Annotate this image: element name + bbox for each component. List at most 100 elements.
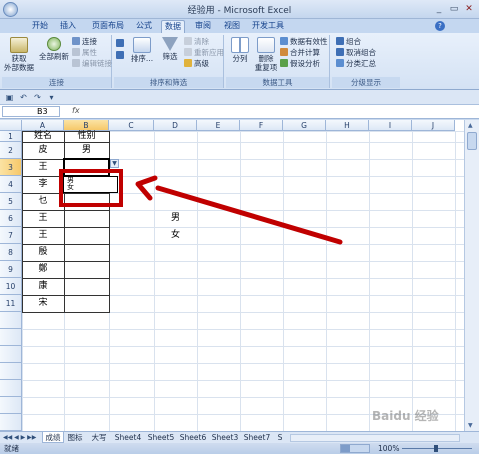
cell-a9[interactable]: 鄭 bbox=[22, 261, 64, 278]
row-header-7[interactable]: 7 bbox=[0, 227, 22, 244]
row-header[interactable] bbox=[0, 414, 22, 431]
sheet-tab-1[interactable]: 图标 bbox=[64, 432, 86, 443]
row-header[interactable] bbox=[0, 363, 22, 380]
minimize-button[interactable]: _ bbox=[432, 3, 446, 15]
column-header-f[interactable]: F bbox=[240, 120, 283, 131]
sort-za-button[interactable] bbox=[116, 51, 126, 61]
remove-duplicates-button[interactable]: 删除 重复项 bbox=[254, 37, 278, 72]
horizontal-scrollbar[interactable] bbox=[290, 434, 460, 442]
tab-view[interactable]: 视图 bbox=[222, 20, 242, 33]
row-header-3[interactable]: 3 bbox=[0, 159, 22, 176]
row-header-11[interactable]: 11 bbox=[0, 295, 22, 312]
cell-a7[interactable]: 王 bbox=[22, 227, 64, 244]
edit-links-button[interactable]: 编辑链接 bbox=[72, 59, 112, 69]
properties-button[interactable]: 属性 bbox=[72, 48, 97, 58]
column-header-d[interactable]: D bbox=[154, 120, 197, 131]
restore-button[interactable]: ▭ bbox=[447, 3, 461, 15]
cell-a3[interactable]: 王 bbox=[22, 159, 64, 176]
validation-dropdown-list[interactable]: 男 女 bbox=[63, 176, 118, 193]
sheet-tab-2[interactable]: 大写 bbox=[88, 432, 110, 443]
cell-a1[interactable]: 姓名 bbox=[22, 131, 64, 142]
filter-button[interactable]: 筛选 bbox=[159, 37, 181, 61]
scrollbar-thumb[interactable] bbox=[467, 132, 477, 150]
dropdown-option-female[interactable]: 女 bbox=[67, 184, 117, 191]
tab-data[interactable]: 数据 bbox=[161, 20, 185, 33]
text-to-columns-button[interactable]: 分列 bbox=[228, 37, 252, 63]
clear-button[interactable]: 清除 bbox=[184, 37, 209, 47]
sheet-nav-arrows[interactable]: ◀◀ ◀ ▶ ▶▶ bbox=[3, 432, 36, 443]
row-header-4[interactable]: 4 bbox=[0, 176, 22, 193]
sheet-tab-3[interactable]: Sheet4 bbox=[112, 432, 144, 443]
sheet-tab-5[interactable]: Sheet6 bbox=[178, 432, 208, 443]
column-header-b[interactable]: B bbox=[64, 120, 109, 131]
column-header-i[interactable]: I bbox=[369, 120, 412, 131]
customize-toolbar-icon[interactable]: ▾ bbox=[46, 92, 57, 103]
view-buttons[interactable] bbox=[340, 444, 370, 453]
row-header-10[interactable]: 10 bbox=[0, 278, 22, 295]
sheet-tab-8[interactable]: S bbox=[274, 432, 286, 443]
sheet-tab-6[interactable]: Sheet3 bbox=[210, 432, 240, 443]
scroll-down-icon[interactable]: ▼ bbox=[468, 422, 473, 429]
cell-d6[interactable]: 男 bbox=[154, 210, 197, 227]
tab-home[interactable]: 开始 bbox=[30, 20, 50, 33]
row-header-5[interactable]: 5 bbox=[0, 193, 22, 210]
insert-function-icon[interactable]: fx bbox=[72, 106, 80, 115]
redo-icon[interactable]: ↷ bbox=[32, 92, 43, 103]
sheet-tab-0[interactable]: 成绩 bbox=[42, 432, 64, 443]
advanced-button[interactable]: 高级 bbox=[184, 59, 209, 69]
ungroup-button[interactable]: 取消组合 bbox=[336, 48, 376, 58]
tab-insert[interactable]: 插入 bbox=[58, 20, 78, 33]
scroll-up-icon[interactable]: ▲ bbox=[468, 122, 473, 129]
sort-button[interactable]: 排序... bbox=[128, 37, 156, 63]
row-header[interactable] bbox=[0, 312, 22, 329]
tab-review[interactable]: 审阅 bbox=[193, 20, 213, 33]
column-header-h[interactable]: H bbox=[326, 120, 369, 131]
worksheet-grid[interactable]: A B C D E F G H I J 1 2 3 4 5 6 7 8 9 10 11 姓名 性别皮男王李乜王王殷鄭康宋男女… bbox=[0, 120, 472, 431]
name-box[interactable]: B3 bbox=[2, 106, 60, 117]
save-icon[interactable]: ▣ bbox=[4, 92, 15, 103]
dropdown-option-male[interactable]: 男 bbox=[67, 177, 117, 184]
cell-a4[interactable]: 李 bbox=[22, 176, 64, 193]
column-header-c[interactable]: C bbox=[109, 120, 154, 131]
row-header-9[interactable]: 9 bbox=[0, 261, 22, 278]
column-header-e[interactable]: E bbox=[197, 120, 240, 131]
row-header[interactable] bbox=[0, 380, 22, 397]
zoom-slider-handle[interactable] bbox=[434, 445, 438, 452]
cell-b2[interactable]: 男 bbox=[64, 142, 109, 159]
column-header-j[interactable]: J bbox=[412, 120, 455, 131]
cell-a8[interactable]: 殷 bbox=[22, 244, 64, 261]
row-header[interactable] bbox=[0, 346, 22, 363]
column-header-g[interactable]: G bbox=[283, 120, 326, 131]
sheet-tab-4[interactable]: Sheet5 bbox=[146, 432, 176, 443]
tab-page-layout[interactable]: 页面布局 bbox=[88, 20, 128, 33]
row-header[interactable] bbox=[0, 329, 22, 346]
tab-formulas[interactable]: 公式 bbox=[134, 20, 154, 33]
column-header-a[interactable]: A bbox=[22, 120, 64, 131]
sort-az-button[interactable] bbox=[116, 39, 126, 49]
cell-d7[interactable]: 女 bbox=[154, 227, 197, 244]
reapply-button[interactable]: 重新应用 bbox=[184, 48, 224, 58]
close-button[interactable]: ✕ bbox=[462, 3, 476, 15]
select-all-corner[interactable] bbox=[0, 120, 22, 131]
subtotal-button[interactable]: 分类汇总 bbox=[336, 59, 376, 69]
row-header-1[interactable]: 1 bbox=[0, 131, 22, 142]
cell-b1[interactable]: 性别 bbox=[64, 131, 109, 142]
cell-a11[interactable]: 宋 bbox=[22, 295, 64, 312]
cell-a2[interactable]: 皮 bbox=[22, 142, 64, 159]
refresh-all-button[interactable]: 全部刷新 bbox=[38, 37, 70, 61]
dropdown-arrow-icon[interactable]: ▼ bbox=[110, 159, 119, 168]
cell-a10[interactable]: 康 bbox=[22, 278, 64, 295]
get-external-data-button[interactable]: 获取 外部数据 bbox=[4, 37, 34, 72]
row-header-2[interactable]: 2 bbox=[0, 142, 22, 159]
tab-developer[interactable]: 开发工具 bbox=[251, 20, 285, 33]
row-header-8[interactable]: 8 bbox=[0, 244, 22, 261]
row-header[interactable] bbox=[0, 397, 22, 414]
row-header-6[interactable]: 6 bbox=[0, 210, 22, 227]
sheet-tab-7[interactable]: Sheet7 bbox=[242, 432, 272, 443]
what-if-analysis-button[interactable]: 假设分析 bbox=[280, 59, 320, 69]
undo-icon[interactable]: ↶ bbox=[18, 92, 29, 103]
group-button[interactable]: 组合 bbox=[336, 37, 361, 47]
data-validation-button[interactable]: 数据有效性 bbox=[280, 37, 328, 47]
vertical-scrollbar[interactable]: ▲ ▼ bbox=[464, 120, 479, 431]
cell-a5[interactable]: 乜 bbox=[22, 193, 64, 210]
